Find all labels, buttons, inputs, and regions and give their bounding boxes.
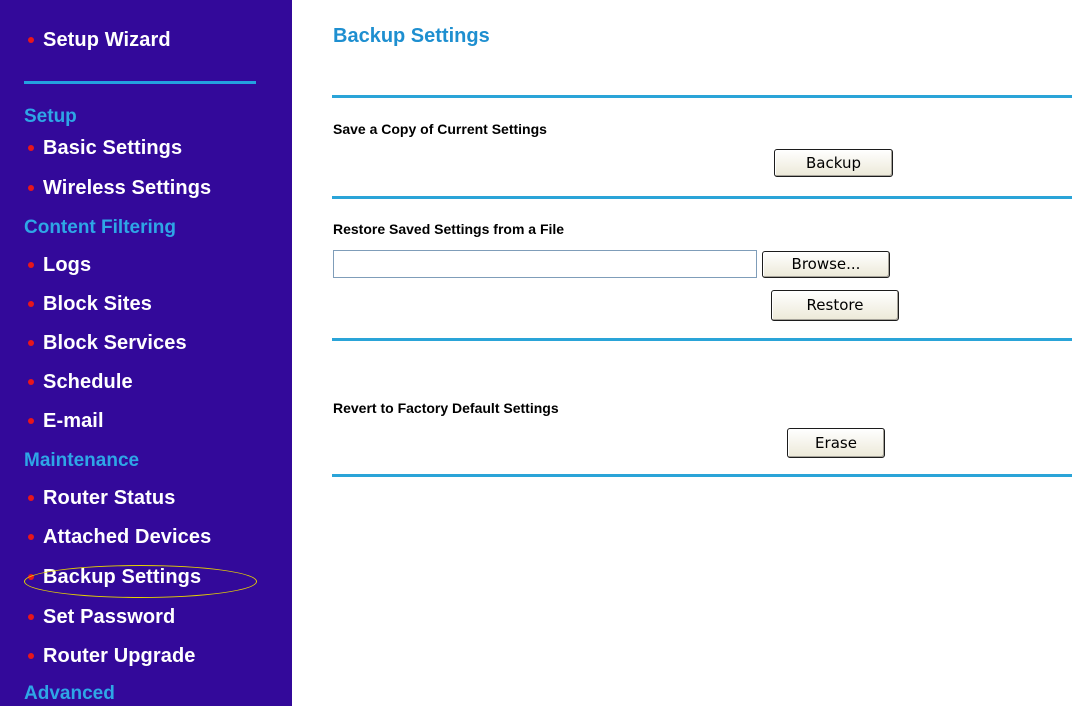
section-heading-content-filtering: Content Filtering	[24, 217, 176, 238]
bullet-icon	[28, 574, 34, 580]
sidebar-item-setup-wizard[interactable]: Setup Wizard	[0, 26, 292, 56]
sidebar-item-label: Attached Devices	[43, 526, 212, 548]
sidebar-item-schedule[interactable]: Schedule	[0, 368, 292, 398]
sidebar-item-set-password[interactable]: Set Password	[0, 603, 292, 633]
sidebar-item-email[interactable]: E-mail	[0, 407, 292, 437]
erase-button[interactable]: Erase	[787, 428, 885, 458]
section-divider	[332, 338, 1072, 341]
bullet-icon	[28, 418, 34, 424]
save-copy-label: Save a Copy of Current Settings	[333, 121, 547, 137]
sidebar-nav: Setup Wizard Setup Basic Settings Wirele…	[0, 0, 292, 706]
section-divider	[332, 474, 1072, 477]
backup-button[interactable]: Backup	[774, 149, 893, 177]
sidebar-item-label: Router Upgrade	[43, 645, 196, 667]
sidebar-item-label: Setup Wizard	[43, 29, 171, 51]
sidebar-item-basic-settings[interactable]: Basic Settings	[0, 134, 292, 164]
section-divider	[332, 196, 1072, 199]
sidebar-item-router-upgrade[interactable]: Router Upgrade	[0, 642, 292, 672]
sidebar-item-label: Set Password	[43, 606, 176, 628]
page: Setup Wizard Setup Basic Settings Wirele…	[0, 0, 1072, 706]
section-heading-maintenance: Maintenance	[24, 450, 140, 471]
bullet-icon	[28, 340, 34, 346]
page-title: Backup Settings	[333, 25, 490, 47]
bullet-icon	[28, 37, 34, 43]
bullet-icon	[28, 653, 34, 659]
sidebar-item-label: Router Status	[43, 487, 176, 509]
section-heading-setup: Setup	[24, 106, 77, 127]
sidebar-divider	[24, 81, 256, 84]
section-heading-advanced[interactable]: Advanced	[24, 683, 115, 706]
sidebar-item-label: Backup Settings	[43, 566, 202, 588]
sidebar-item-label: Block Sites	[43, 293, 152, 315]
sidebar-item-label: Schedule	[43, 371, 133, 393]
sidebar-item-label: Logs	[43, 254, 92, 276]
sidebar-item-label: Basic Settings	[43, 137, 183, 159]
section-divider	[332, 95, 1072, 98]
bullet-icon	[28, 614, 34, 620]
bullet-icon	[28, 495, 34, 501]
bullet-icon	[28, 301, 34, 307]
sidebar-item-wireless-settings[interactable]: Wireless Settings	[0, 174, 292, 204]
bullet-icon	[28, 534, 34, 540]
sidebar-item-label: Wireless Settings	[43, 177, 212, 199]
sidebar-item-block-services[interactable]: Block Services	[0, 329, 292, 359]
bullet-icon	[28, 262, 34, 268]
sidebar-item-label: E-mail	[43, 410, 104, 432]
sidebar-item-block-sites[interactable]: Block Sites	[0, 290, 292, 320]
restore-button[interactable]: Restore	[771, 290, 899, 321]
browse-button[interactable]: Browse...	[762, 251, 890, 278]
sidebar-item-label: Block Services	[43, 332, 187, 354]
restore-file-input[interactable]	[333, 250, 757, 278]
sidebar-item-logs[interactable]: Logs	[0, 251, 292, 281]
bullet-icon	[28, 145, 34, 151]
revert-label: Revert to Factory Default Settings	[333, 400, 559, 416]
bullet-icon	[28, 185, 34, 191]
sidebar-item-backup-settings[interactable]: Backup Settings	[0, 563, 292, 593]
sidebar-item-attached-devices[interactable]: Attached Devices	[0, 523, 292, 553]
sidebar-item-router-status[interactable]: Router Status	[0, 484, 292, 514]
restore-label: Restore Saved Settings from a File	[333, 221, 565, 237]
bullet-icon	[28, 379, 34, 385]
